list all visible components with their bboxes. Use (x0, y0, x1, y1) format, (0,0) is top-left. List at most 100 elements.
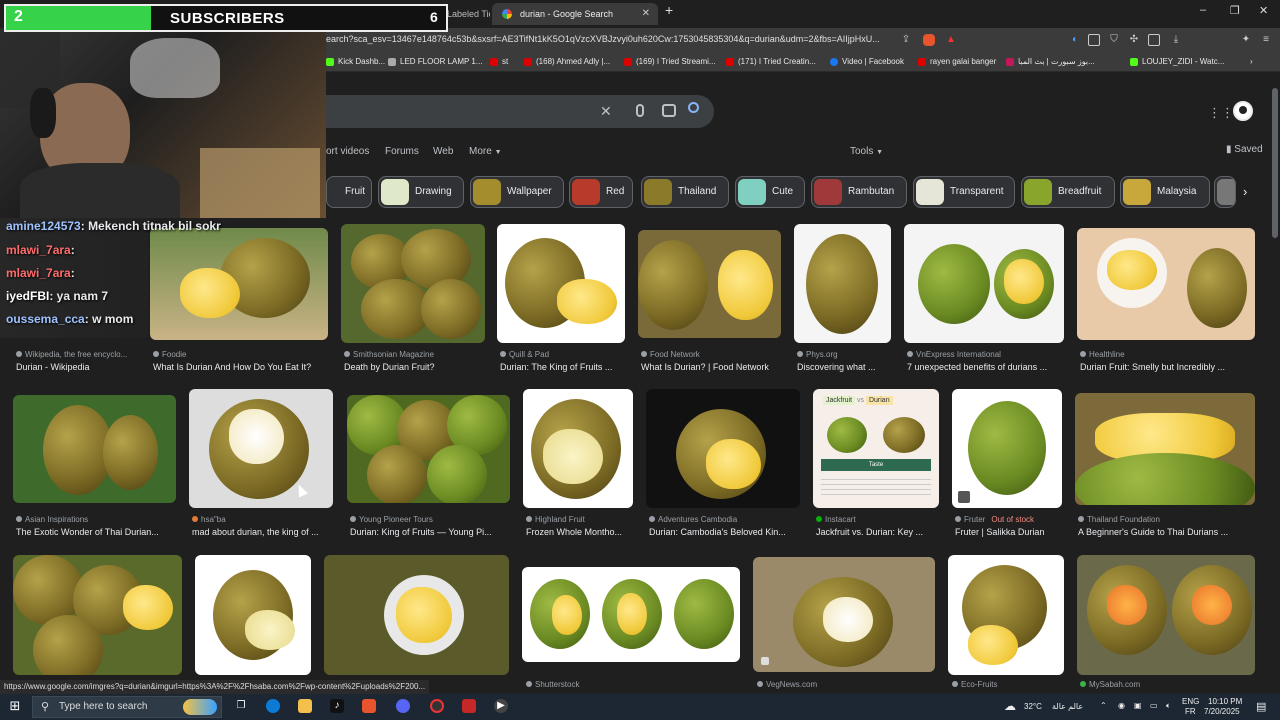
bookmark-sport-stream[interactable]: بوز سبورت | بث المبا... (1006, 57, 1095, 66)
tray-display-icon[interactable]: ▭ (1150, 701, 1158, 710)
chip-fruit[interactable]: Fruit (326, 176, 372, 208)
bookmark-st[interactable]: st (490, 57, 508, 66)
clock-time[interactable]: 10:10 PM (1208, 697, 1242, 706)
maximize-icon[interactable]: ❐ (1230, 4, 1240, 17)
result-image-young-pioneer[interactable] (347, 395, 510, 503)
result-title[interactable]: Frozen Whole Montho... (526, 527, 636, 537)
obs-icon[interactable] (430, 699, 444, 713)
result-title[interactable]: Death by Durian Fruit? (344, 362, 489, 372)
tray-network-icon[interactable]: ▣ (1134, 701, 1142, 710)
result-image-healthline[interactable] (1077, 228, 1255, 340)
share-icon[interactable]: ⇪ (900, 34, 912, 46)
result-title[interactable]: Durian: King of Fruits — Young Pi... (350, 527, 510, 537)
windows-start-icon[interactable]: ⊞ (8, 699, 22, 713)
page-scrollbar[interactable] (1272, 88, 1278, 238)
chips-next-icon[interactable]: › (1243, 184, 1247, 199)
result-image-shutterstock[interactable] (522, 567, 740, 662)
result-title[interactable]: Fruter | Salikka Durian (955, 527, 1070, 537)
result-image-highland-fruit[interactable] (523, 389, 633, 508)
result-image-food-network[interactable] (638, 230, 781, 338)
result-image-foodie[interactable] (150, 228, 328, 340)
brave-rewards-icon[interactable]: ▲ (945, 34, 957, 46)
tray-overflow-icon[interactable]: ⌃ (1100, 701, 1107, 710)
result-title[interactable]: 7 unexpected benefits of durians ... (907, 362, 1072, 372)
result-image-mysabah[interactable] (1077, 555, 1255, 675)
result-title[interactable]: Discovering what ... (797, 362, 897, 372)
result-image-row3-3[interactable] (324, 555, 509, 675)
media-player-icon[interactable]: ▶ (494, 699, 508, 713)
result-image-quill-pad[interactable] (497, 224, 625, 343)
volume-icon[interactable]: 🔈︎ (1166, 701, 1171, 711)
filter-short-videos[interactable]: ort videos (326, 146, 369, 157)
tab-durian-search[interactable]: durian - Google Search ✕ (492, 3, 658, 25)
result-title[interactable]: Jackfruit vs. Durian: Key ... (816, 527, 942, 537)
audio-icon[interactable]: ◖ (1068, 34, 1080, 46)
result-image-adventures-cambodia[interactable] (646, 389, 800, 508)
chip-transparent[interactable]: Transparent (913, 176, 1015, 208)
result-title[interactable]: mad about durian, the king of ... (192, 527, 334, 537)
close-window-icon[interactable]: ✕ (1259, 4, 1268, 17)
result-image-thailand-foundation[interactable] (1075, 393, 1255, 505)
result-image-phys[interactable] (794, 224, 891, 343)
avatar[interactable] (1233, 101, 1253, 121)
chip-rambutan[interactable]: Rambutan (811, 176, 907, 208)
result-image-fruter[interactable] (952, 389, 1062, 508)
tray-app-icon[interactable]: ◉ (1118, 701, 1125, 710)
result-title[interactable]: What Is Durian? | Food Network (641, 362, 786, 372)
chip-more[interactable] (1214, 176, 1236, 208)
lens-search-icon[interactable] (662, 104, 676, 117)
extension-icon[interactable] (1088, 34, 1100, 46)
filter-forums[interactable]: Forums (385, 146, 419, 157)
puzzle-icon[interactable]: ✣ (1128, 34, 1140, 46)
chip-wallpaper[interactable]: Wallpaper (470, 176, 564, 208)
result-title[interactable]: A Beginner's Guide to Thai Durians ... (1078, 527, 1258, 537)
result-title[interactable]: What Is Durian And How Do You Eat It? (153, 362, 333, 372)
tiktok-icon[interactable]: ♪ (330, 699, 344, 713)
wallet-icon[interactable]: ✦ (1240, 34, 1252, 46)
search-icon[interactable] (688, 102, 699, 113)
result-title[interactable]: Durian - Wikipedia (16, 362, 146, 372)
chip-malaysia[interactable]: Malaysia (1120, 176, 1210, 208)
url-field[interactable]: earch?sca_esv=13467e148764c53b&sxsrf=AE3… (326, 34, 880, 44)
minimize-icon[interactable]: – (1200, 4, 1206, 16)
taskbar-search-input[interactable]: ⚲ Type here to search (32, 696, 222, 718)
bookmark-tried-streaming[interactable]: (169) I Tried Streami... (624, 57, 716, 66)
result-image-vnexpress[interactable] (904, 224, 1064, 343)
bookmark-led-lamp[interactable]: LED FLOOR LAMP 1... (388, 57, 483, 66)
menu-icon[interactable]: ≡ (1260, 34, 1272, 46)
voice-search-icon[interactable] (636, 104, 644, 117)
brave-shield-icon[interactable] (923, 34, 935, 46)
result-image-instacart[interactable]: Jackfruit vs Durian Taste (813, 389, 939, 508)
close-tab-icon[interactable]: ✕ (642, 3, 650, 25)
chip-breadfruit[interactable]: Breadfruit (1021, 176, 1115, 208)
result-image-eco-fruits[interactable] (948, 555, 1064, 675)
result-image-vegnews[interactable] (753, 557, 935, 672)
bookmark-tried-creating[interactable]: (171) I Tried Creatin... (726, 57, 816, 66)
more-bookmarks-icon[interactable]: › (1250, 57, 1253, 66)
result-image-smithsonian[interactable] (341, 224, 485, 343)
apps-grid-icon[interactable]: ⋮⋮ (1208, 105, 1234, 121)
result-image-asian-inspirations[interactable] (13, 395, 176, 503)
filter-web[interactable]: Web (433, 146, 453, 157)
result-image-row3-1[interactable] (13, 555, 182, 675)
edge-icon[interactable] (266, 699, 280, 713)
red-app-icon[interactable] (462, 699, 476, 713)
clear-search-icon[interactable]: ✕ (600, 103, 612, 120)
result-title[interactable]: Durian: The King of Fruits ... (500, 362, 630, 372)
filter-more[interactable]: More ▼ (469, 146, 502, 157)
language-indicator[interactable]: ENG (1182, 697, 1199, 706)
new-tab-icon[interactable]: + (665, 2, 673, 18)
result-image-hsaba[interactable] (189, 389, 333, 508)
search-box[interactable]: ✕ (326, 95, 714, 128)
notifications-icon[interactable]: ▤ (1256, 700, 1266, 713)
brave-icon[interactable] (362, 699, 376, 713)
bookmark-ahmed-adly[interactable]: (168) Ahmed Adly |... (524, 57, 610, 66)
chip-red[interactable]: Red (569, 176, 633, 208)
saved-button[interactable]: ▮ Saved (1226, 144, 1263, 155)
shield-icon[interactable]: ⛉ (1108, 34, 1120, 46)
result-title[interactable]: Durian Fruit: Smelly but Incredibly ... (1080, 362, 1260, 372)
result-title[interactable]: The Exotic Wonder of Thai Durian... (16, 527, 181, 537)
chip-drawing[interactable]: Drawing (378, 176, 464, 208)
task-view-icon[interactable]: ❐ (234, 699, 248, 713)
download-icon[interactable]: ⤓ (1170, 34, 1182, 46)
